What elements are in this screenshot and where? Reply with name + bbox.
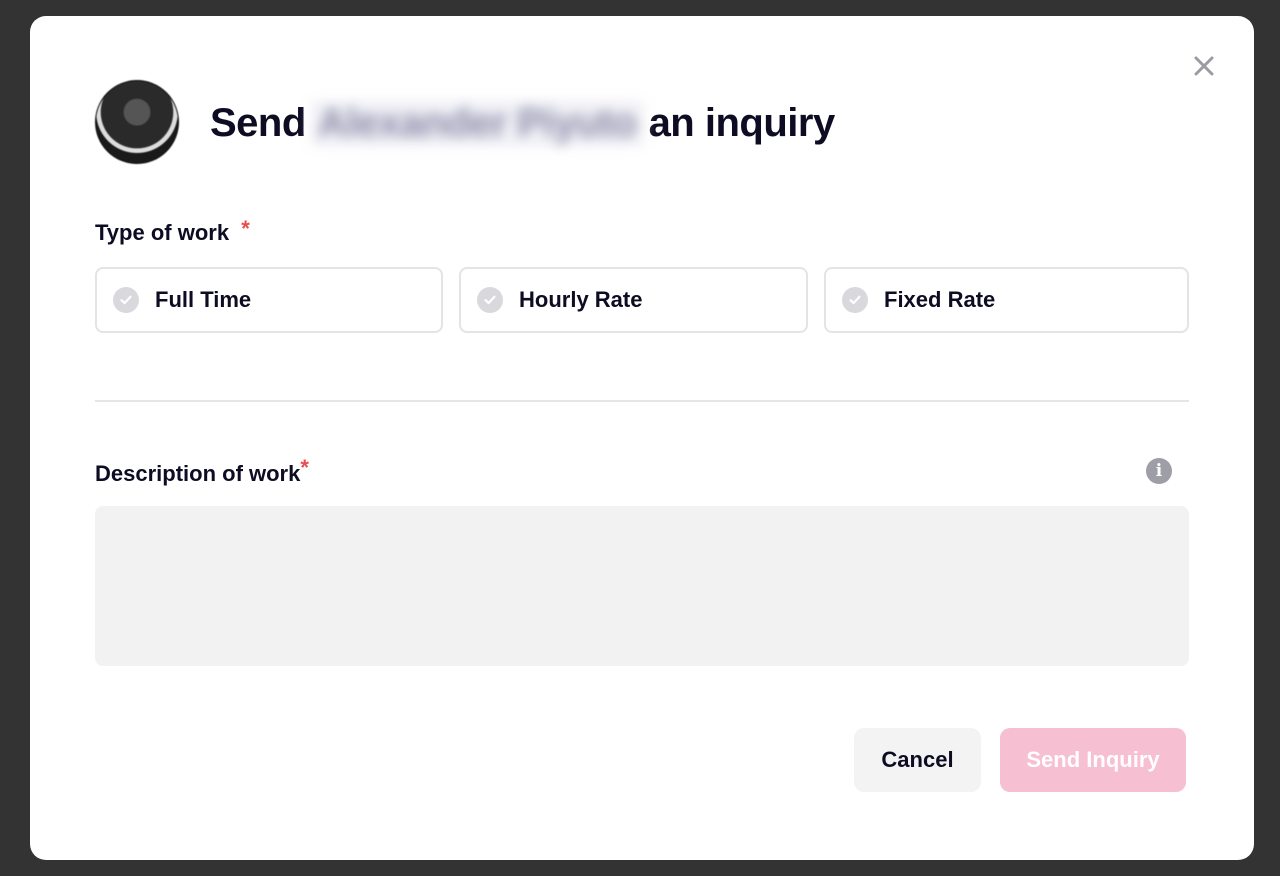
- description-label: Description of work*: [95, 455, 309, 487]
- check-circle-icon: [842, 287, 868, 313]
- type-of-work-label: Type of work *: [95, 216, 250, 246]
- avatar: [95, 80, 179, 164]
- modal-title: Send Alexander Piyuto an inquiry: [210, 100, 835, 146]
- option-hourly-rate[interactable]: Hourly Rate: [459, 267, 808, 333]
- recipient-name: Alexander Piyuto: [311, 100, 643, 146]
- type-of-work-label-text: Type of work: [95, 220, 230, 245]
- check-circle-icon: [113, 287, 139, 313]
- cancel-button[interactable]: Cancel: [854, 728, 981, 792]
- divider: [95, 400, 1189, 402]
- close-icon: [1194, 56, 1214, 76]
- send-inquiry-button[interactable]: Send Inquiry: [1000, 728, 1186, 792]
- inquiry-modal: Send Alexander Piyuto an inquiry Type of…: [30, 16, 1254, 860]
- option-label: Hourly Rate: [519, 287, 643, 312]
- title-suffix: an inquiry: [648, 100, 836, 145]
- required-mark: *: [241, 216, 250, 241]
- option-full-time[interactable]: Full Time: [95, 267, 443, 333]
- required-mark: *: [300, 455, 309, 480]
- description-label-text: Description of work: [95, 461, 301, 486]
- title-prefix: Send: [210, 100, 306, 145]
- option-label: Full Time: [155, 287, 252, 312]
- option-label: Fixed Rate: [884, 287, 996, 312]
- close-button[interactable]: [1190, 52, 1218, 80]
- check-circle-icon: [477, 287, 503, 313]
- description-textarea[interactable]: [95, 506, 1189, 666]
- info-icon[interactable]: i: [1146, 458, 1172, 484]
- option-fixed-rate[interactable]: Fixed Rate: [824, 267, 1189, 333]
